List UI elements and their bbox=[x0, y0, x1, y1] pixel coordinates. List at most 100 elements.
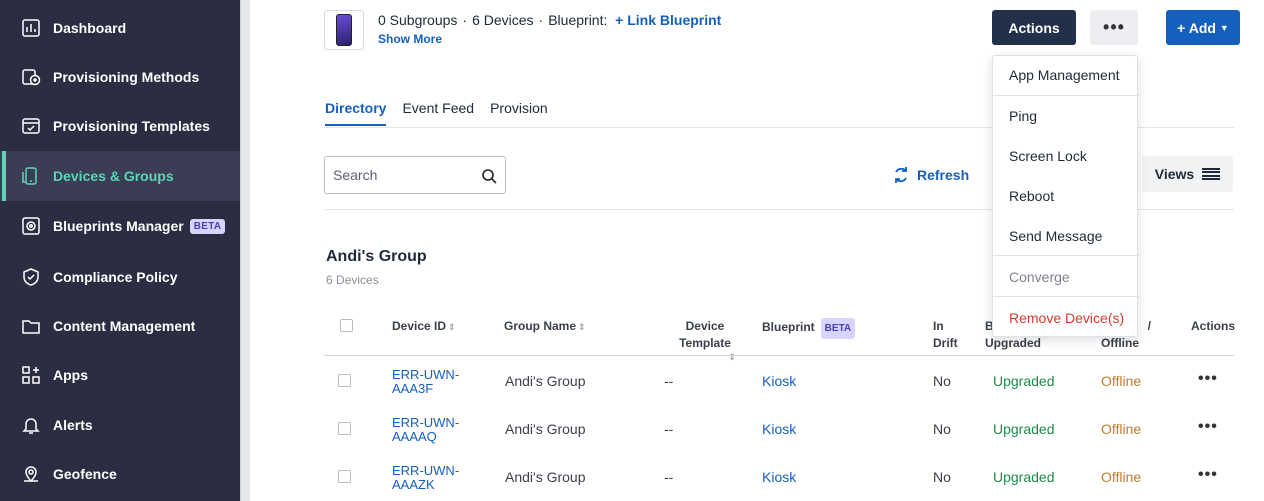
tabs: Directory Event Feed Provision bbox=[325, 100, 548, 126]
bell-icon bbox=[20, 414, 42, 436]
refresh-icon bbox=[895, 167, 907, 183]
upgraded-status: Upgraded bbox=[993, 373, 1055, 389]
row-checkbox[interactable] bbox=[338, 422, 351, 435]
search-box[interactable] bbox=[324, 156, 506, 194]
actions-dropdown-menu: App Management Ping Screen Lock Reboot S… bbox=[992, 55, 1139, 337]
apps-icon bbox=[20, 364, 42, 386]
tab-event-feed[interactable]: Event Feed bbox=[402, 100, 474, 126]
sidebar-item-dashboard[interactable]: Dashboard bbox=[0, 3, 240, 53]
online-status: Offline bbox=[1101, 373, 1142, 389]
device-id-link[interactable]: ERR-UWN- AAA3F bbox=[392, 368, 459, 396]
row-checkbox[interactable] bbox=[338, 374, 351, 387]
views-button[interactable]: Views bbox=[1142, 156, 1233, 192]
sidebar-item-label: Compliance Policy bbox=[53, 269, 178, 285]
tab-provision[interactable]: Provision bbox=[490, 100, 548, 126]
sidebar-item-label: Blueprints Manager bbox=[53, 218, 184, 234]
sidebar-item-label: Dashboard bbox=[53, 20, 127, 36]
select-all-checkbox[interactable] bbox=[340, 319, 353, 332]
row-checkbox[interactable] bbox=[338, 470, 351, 483]
in-drift-cell: No bbox=[933, 421, 951, 437]
geofence-icon bbox=[20, 463, 42, 485]
in-drift-cell: No bbox=[933, 469, 951, 485]
device-id-link[interactable]: ERR-UWN- AAAAQ bbox=[392, 416, 459, 444]
sidebar-item-label: Provisioning Templates bbox=[53, 118, 210, 134]
beta-badge: BETA bbox=[820, 318, 856, 339]
menu-item-screen-lock[interactable]: Screen Lock bbox=[993, 148, 1139, 164]
in-drift-cell: No bbox=[933, 373, 951, 389]
sidebar-item-content-management[interactable]: Content Management bbox=[0, 301, 240, 351]
views-label: Views bbox=[1154, 166, 1195, 182]
device-id-link[interactable]: ERR-UWN- AAAZK bbox=[392, 464, 459, 492]
folder-icon bbox=[20, 315, 42, 337]
upgraded-status: Upgraded bbox=[993, 469, 1055, 485]
blueprint-link[interactable]: Kiosk bbox=[762, 421, 796, 437]
menu-item-remove-devices[interactable]: Remove Device(s) bbox=[993, 310, 1139, 326]
menu-item-app-management[interactable]: App Management bbox=[993, 67, 1139, 83]
search-icon[interactable] bbox=[481, 168, 497, 184]
row-more-icon[interactable]: ••• bbox=[1198, 466, 1218, 484]
sidebar-edge bbox=[240, 0, 250, 501]
provisioning-methods-icon bbox=[20, 66, 42, 88]
devices-count: 6 Devices bbox=[472, 12, 534, 28]
sidebar-item-geofence[interactable]: Geofence bbox=[0, 449, 240, 499]
column-header-group-name[interactable]: Group Name ⇕ bbox=[504, 318, 586, 336]
more-options-button[interactable]: ••• bbox=[1090, 10, 1138, 45]
group-name-cell: Andi's Group bbox=[505, 469, 586, 485]
blueprints-icon bbox=[20, 215, 42, 237]
sort-icon: ⇕ bbox=[448, 322, 456, 332]
column-header-actions: Actions bbox=[1191, 319, 1236, 333]
group-name-cell: Andi's Group bbox=[505, 421, 586, 437]
dashboard-icon bbox=[20, 17, 42, 39]
main-content: 0 Subgroups · 6 Devices · Blueprint: + Link … bbox=[250, 0, 1264, 501]
sidebar-item-apps[interactable]: Apps bbox=[0, 350, 240, 400]
online-status: Offline bbox=[1101, 421, 1142, 437]
show-more-link[interactable]: Show More bbox=[378, 32, 442, 46]
shield-icon bbox=[20, 266, 42, 288]
device-template-cell: -- bbox=[664, 421, 674, 437]
sidebar-item-label: Devices & Groups bbox=[53, 168, 174, 184]
sidebar-item-devices-groups[interactable]: Devices & Groups bbox=[0, 151, 240, 201]
device-thumbnail bbox=[324, 10, 364, 50]
group-device-count: 6 Devices bbox=[326, 273, 379, 287]
row-more-icon[interactable]: ••• bbox=[1198, 370, 1218, 388]
sidebar-item-label: Content Management bbox=[53, 318, 196, 334]
group-name-cell: Andi's Group bbox=[505, 373, 586, 389]
menu-divider bbox=[993, 296, 1139, 297]
search-input[interactable] bbox=[333, 167, 473, 183]
column-header-device-id[interactable]: Device ID ⇕ bbox=[392, 318, 456, 336]
column-header-in-drift[interactable]: In Drift bbox=[933, 318, 958, 352]
sidebar-item-provisioning-methods[interactable]: Provisioning Methods bbox=[0, 52, 240, 102]
blueprint-link[interactable]: Kiosk bbox=[762, 469, 796, 485]
subgroups-count: 0 Subgroups bbox=[378, 12, 458, 28]
sidebar-item-provisioning-templates[interactable]: Provisioning Templates bbox=[0, 101, 240, 151]
devices-groups-icon bbox=[20, 165, 42, 187]
sort-icon: ⇕ bbox=[578, 322, 586, 332]
online-status: Offline bbox=[1101, 469, 1142, 485]
column-header-device-template[interactable]: Device Template ⇕ bbox=[674, 318, 736, 366]
blueprint-link[interactable]: Kiosk bbox=[762, 373, 796, 389]
device-template-cell: -- bbox=[664, 373, 674, 389]
sidebar-item-alerts[interactable]: Alerts bbox=[0, 400, 240, 450]
sidebar-item-compliance-policy[interactable]: Compliance Policy bbox=[0, 252, 240, 302]
add-button-label: + Add bbox=[1177, 19, 1216, 36]
sidebar-item-label: Geofence bbox=[53, 466, 117, 482]
actions-button[interactable]: Actions bbox=[992, 10, 1076, 45]
upgraded-status: Upgraded bbox=[993, 421, 1055, 437]
menu-item-reboot[interactable]: Reboot bbox=[993, 188, 1139, 204]
menu-item-send-message[interactable]: Send Message bbox=[993, 228, 1139, 244]
table-header-divider bbox=[324, 355, 1234, 356]
caret-down-icon: ▼ bbox=[1219, 22, 1229, 33]
refresh-button[interactable]: Refresh bbox=[892, 166, 969, 184]
menu-item-converge[interactable]: Converge bbox=[993, 269, 1139, 285]
add-button[interactable]: + Add ▼ bbox=[1166, 10, 1240, 45]
menu-item-ping[interactable]: Ping bbox=[993, 108, 1139, 124]
sidebar-item-blueprints-manager[interactable]: Blueprints Manager BETA bbox=[0, 201, 240, 251]
menu-divider bbox=[993, 255, 1139, 256]
link-blueprint-link[interactable]: + Link Blueprint bbox=[615, 12, 721, 28]
sidebar-item-label: Alerts bbox=[53, 417, 93, 433]
row-more-icon[interactable]: ••• bbox=[1198, 418, 1218, 436]
sidebar-item-label: Apps bbox=[53, 367, 88, 383]
column-header-blueprint[interactable]: Blueprint BETA bbox=[762, 318, 856, 339]
tab-directory[interactable]: Directory bbox=[325, 100, 387, 126]
list-icon bbox=[1202, 168, 1221, 180]
